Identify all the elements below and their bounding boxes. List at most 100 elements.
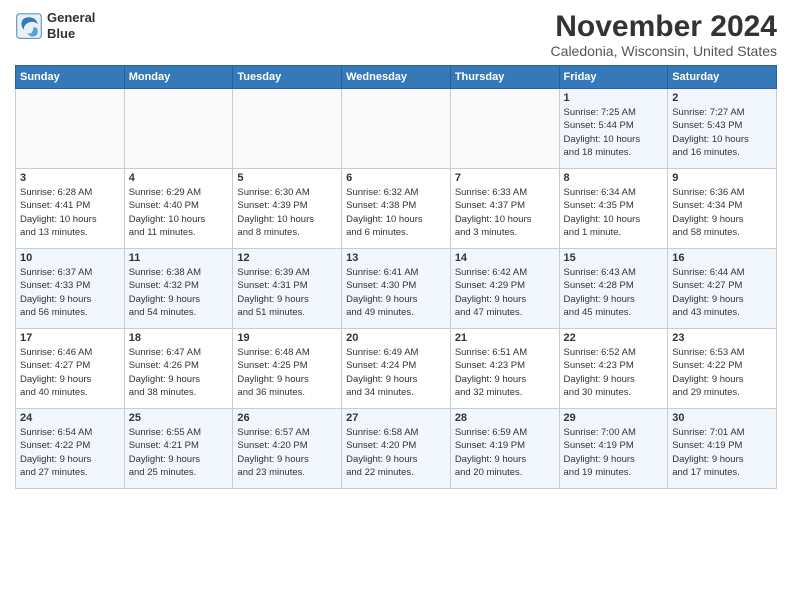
calendar-cell: 24Sunrise: 6:54 AM Sunset: 4:22 PM Dayli… xyxy=(16,409,125,489)
day-number: 20 xyxy=(346,332,446,344)
calendar-cell: 28Sunrise: 6:59 AM Sunset: 4:19 PM Dayli… xyxy=(450,409,559,489)
weekday-header: Sunday xyxy=(16,66,125,89)
day-info: Sunrise: 6:49 AM Sunset: 4:24 PM Dayligh… xyxy=(346,346,446,399)
calendar-cell: 5 Sunrise: 6:30 AM Sunset: 4:39 PM Daylig… xyxy=(233,169,342,249)
calendar-cell: 23 Sunrise: 6:53 AM Sunset: 4:22 PM Dayli… xyxy=(668,329,777,409)
calendar-week-row: 17 Sunrise: 6:46 AM Sunset: 4:27 PM Dayli… xyxy=(16,329,777,409)
day-number: 30 xyxy=(672,412,772,424)
logo-icon xyxy=(15,12,43,40)
day-info: Sunrise: 6:42 AM Sunset: 4:29 PM Dayligh… xyxy=(455,266,555,319)
day-number: 15 xyxy=(564,252,664,264)
day-number: 9 xyxy=(672,172,772,184)
calendar-cell: 11Sunrise: 6:38 AM Sunset: 4:32 PM Dayli… xyxy=(124,249,233,329)
calendar-table: SundayMondayTuesdayWednesdayThursdayFrid… xyxy=(15,65,777,489)
day-info: Sunrise: 6:28 AM Sunset: 4:41 PM Dayligh… xyxy=(20,186,120,239)
day-number: 29 xyxy=(564,412,664,424)
day-info: Sunrise: 6:34 AM Sunset: 4:35 PM Dayligh… xyxy=(564,186,664,239)
calendar-cell: 8 Sunrise: 6:34 AM Sunset: 4:35 PM Daylig… xyxy=(559,169,668,249)
calendar-cell xyxy=(233,89,342,169)
calendar-week-row: 24Sunrise: 6:54 AM Sunset: 4:22 PM Dayli… xyxy=(16,409,777,489)
weekday-header: Wednesday xyxy=(342,66,451,89)
calendar-cell xyxy=(16,89,125,169)
calendar-cell: 7 Sunrise: 6:33 AM Sunset: 4:37 PM Daylig… xyxy=(450,169,559,249)
month-title: November 2024 xyxy=(551,10,777,43)
calendar-cell xyxy=(124,89,233,169)
logo-text: General Blue xyxy=(47,10,95,41)
day-info: Sunrise: 6:43 AM Sunset: 4:28 PM Dayligh… xyxy=(564,266,664,319)
calendar-cell: 16Sunrise: 6:44 AM Sunset: 4:27 PM Dayli… xyxy=(668,249,777,329)
day-info: Sunrise: 6:30 AM Sunset: 4:39 PM Dayligh… xyxy=(237,186,337,239)
title-block: November 2024 Caledonia, Wisconsin, Unit… xyxy=(551,10,777,59)
day-info: Sunrise: 6:29 AM Sunset: 4:40 PM Dayligh… xyxy=(129,186,229,239)
day-info: Sunrise: 6:46 AM Sunset: 4:27 PM Dayligh… xyxy=(20,346,120,399)
day-number: 25 xyxy=(129,412,229,424)
day-info: Sunrise: 6:53 AM Sunset: 4:22 PM Dayligh… xyxy=(672,346,772,399)
day-number: 12 xyxy=(237,252,337,264)
day-info: Sunrise: 6:44 AM Sunset: 4:27 PM Dayligh… xyxy=(672,266,772,319)
calendar-cell: 22 Sunrise: 6:52 AM Sunset: 4:23 PM Dayli… xyxy=(559,329,668,409)
calendar-cell: 20 Sunrise: 6:49 AM Sunset: 4:24 PM Dayli… xyxy=(342,329,451,409)
calendar-week-row: 1 Sunrise: 7:25 AM Sunset: 5:44 PM Daylig… xyxy=(16,89,777,169)
calendar-cell: 29 Sunrise: 7:00 AM Sunset: 4:19 PM Dayli… xyxy=(559,409,668,489)
day-number: 23 xyxy=(672,332,772,344)
day-number: 13 xyxy=(346,252,446,264)
calendar-cell: 30 Sunrise: 7:01 AM Sunset: 4:19 PM Dayli… xyxy=(668,409,777,489)
calendar-header-row: SundayMondayTuesdayWednesdayThursdayFrid… xyxy=(16,66,777,89)
calendar-cell: 1 Sunrise: 7:25 AM Sunset: 5:44 PM Daylig… xyxy=(559,89,668,169)
calendar-cell: 12 Sunrise: 6:39 AM Sunset: 4:31 PM Dayli… xyxy=(233,249,342,329)
day-number: 17 xyxy=(20,332,120,344)
calendar-cell: 17 Sunrise: 6:46 AM Sunset: 4:27 PM Dayli… xyxy=(16,329,125,409)
calendar-week-row: 10 Sunrise: 6:37 AM Sunset: 4:33 PM Dayli… xyxy=(16,249,777,329)
day-info: Sunrise: 7:00 AM Sunset: 4:19 PM Dayligh… xyxy=(564,426,664,479)
weekday-header: Thursday xyxy=(450,66,559,89)
calendar-cell: 3Sunrise: 6:28 AM Sunset: 4:41 PM Daylig… xyxy=(16,169,125,249)
day-number: 10 xyxy=(20,252,120,264)
day-number: 2 xyxy=(672,92,772,104)
day-info: Sunrise: 6:32 AM Sunset: 4:38 PM Dayligh… xyxy=(346,186,446,239)
calendar-cell: 18 Sunrise: 6:47 AM Sunset: 4:26 PM Dayli… xyxy=(124,329,233,409)
calendar-cell: 9Sunrise: 6:36 AM Sunset: 4:34 PM Daylig… xyxy=(668,169,777,249)
day-info: Sunrise: 6:39 AM Sunset: 4:31 PM Dayligh… xyxy=(237,266,337,319)
day-number: 27 xyxy=(346,412,446,424)
day-number: 22 xyxy=(564,332,664,344)
day-info: Sunrise: 7:27 AM Sunset: 5:43 PM Dayligh… xyxy=(672,106,772,159)
calendar-cell xyxy=(450,89,559,169)
day-number: 1 xyxy=(564,92,664,104)
day-info: Sunrise: 6:48 AM Sunset: 4:25 PM Dayligh… xyxy=(237,346,337,399)
calendar-cell: 21Sunrise: 6:51 AM Sunset: 4:23 PM Dayli… xyxy=(450,329,559,409)
day-info: Sunrise: 7:01 AM Sunset: 4:19 PM Dayligh… xyxy=(672,426,772,479)
weekday-header: Tuesday xyxy=(233,66,342,89)
day-number: 7 xyxy=(455,172,555,184)
day-number: 28 xyxy=(455,412,555,424)
calendar-cell: 27 Sunrise: 6:58 AM Sunset: 4:20 PM Dayli… xyxy=(342,409,451,489)
day-number: 5 xyxy=(237,172,337,184)
day-info: Sunrise: 6:33 AM Sunset: 4:37 PM Dayligh… xyxy=(455,186,555,239)
day-info: Sunrise: 6:37 AM Sunset: 4:33 PM Dayligh… xyxy=(20,266,120,319)
day-info: Sunrise: 6:55 AM Sunset: 4:21 PM Dayligh… xyxy=(129,426,229,479)
day-info: Sunrise: 6:52 AM Sunset: 4:23 PM Dayligh… xyxy=(564,346,664,399)
day-info: Sunrise: 6:41 AM Sunset: 4:30 PM Dayligh… xyxy=(346,266,446,319)
calendar-cell: 26Sunrise: 6:57 AM Sunset: 4:20 PM Dayli… xyxy=(233,409,342,489)
day-info: Sunrise: 6:47 AM Sunset: 4:26 PM Dayligh… xyxy=(129,346,229,399)
calendar-cell: 6 Sunrise: 6:32 AM Sunset: 4:38 PM Daylig… xyxy=(342,169,451,249)
calendar-cell: 25 Sunrise: 6:55 AM Sunset: 4:21 PM Dayli… xyxy=(124,409,233,489)
location-title: Caledonia, Wisconsin, United States xyxy=(551,43,777,59)
day-number: 4 xyxy=(129,172,229,184)
calendar-cell: 14 Sunrise: 6:42 AM Sunset: 4:29 PM Dayli… xyxy=(450,249,559,329)
day-info: Sunrise: 7:25 AM Sunset: 5:44 PM Dayligh… xyxy=(564,106,664,159)
page: General Blue November 2024 Caledonia, Wi… xyxy=(0,0,792,499)
header-section: General Blue November 2024 Caledonia, Wi… xyxy=(15,10,777,59)
day-number: 11 xyxy=(129,252,229,264)
logo: General Blue xyxy=(15,10,95,41)
day-info: Sunrise: 6:58 AM Sunset: 4:20 PM Dayligh… xyxy=(346,426,446,479)
weekday-header: Monday xyxy=(124,66,233,89)
day-number: 6 xyxy=(346,172,446,184)
day-number: 24 xyxy=(20,412,120,424)
calendar-cell: 19Sunrise: 6:48 AM Sunset: 4:25 PM Dayli… xyxy=(233,329,342,409)
day-number: 14 xyxy=(455,252,555,264)
day-number: 21 xyxy=(455,332,555,344)
weekday-header: Friday xyxy=(559,66,668,89)
day-number: 8 xyxy=(564,172,664,184)
day-number: 18 xyxy=(129,332,229,344)
calendar-cell: 13 Sunrise: 6:41 AM Sunset: 4:30 PM Dayli… xyxy=(342,249,451,329)
